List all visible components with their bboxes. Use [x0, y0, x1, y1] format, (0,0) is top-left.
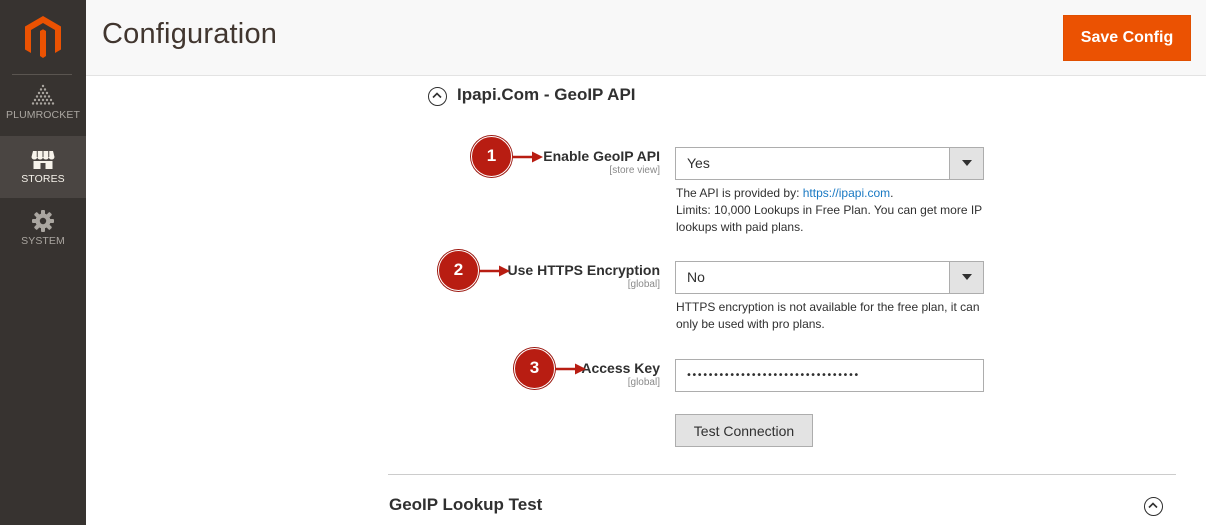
- field-scope: [store view]: [609, 165, 660, 176]
- sidebar-item-plumrocket[interactable]: PLUMROCKET: [0, 76, 86, 138]
- callout-badge-2: 2: [438, 250, 479, 291]
- ipapi-link[interactable]: https://ipapi.com: [803, 186, 890, 200]
- field-scope: [global]: [627, 377, 660, 388]
- https-encryption-note: HTTPS encryption is not available for th…: [676, 300, 980, 331]
- note-text: .: [890, 186, 894, 200]
- select-value: No: [687, 269, 705, 285]
- page-title: Configuration: [102, 18, 278, 50]
- dropdown-arrow[interactable]: [949, 262, 983, 293]
- magento-logo-icon[interactable]: [22, 14, 64, 62]
- note-text: Limits: 10,000 Lookups in Free Plan. You…: [676, 203, 982, 234]
- sidebar-item-label: STORES: [21, 173, 65, 185]
- callout-badge-1: 1: [471, 136, 512, 177]
- chevron-up-icon[interactable]: [428, 87, 447, 106]
- sidebar-item-label: SYSTEM: [21, 235, 65, 247]
- save-config-button[interactable]: Save Config: [1063, 15, 1191, 61]
- section-divider: [388, 474, 1176, 475]
- enable-geoip-note: The API is provided by: https://ipapi.co…: [676, 185, 986, 236]
- sidebar-item-stores[interactable]: STORES: [0, 136, 86, 198]
- callout-arrow-icon: [555, 363, 586, 375]
- callout-arrow-icon: [512, 151, 543, 163]
- chevron-up-icon[interactable]: [1144, 497, 1163, 516]
- caret-down-icon: [962, 274, 972, 280]
- field-label: Access Key: [581, 360, 660, 376]
- access-key-label: Access Key [global]: [581, 360, 660, 388]
- sidebar-item-system[interactable]: SYSTEM: [0, 198, 86, 260]
- page-header: Configuration Save Config: [86, 0, 1206, 76]
- field-label: Enable GeoIP API: [543, 148, 660, 164]
- select-value: Yes: [687, 155, 710, 171]
- https-encryption-label: Use HTTPS Encryption [global]: [508, 262, 660, 290]
- admin-sidebar: PLUMROCKET STORES SYSTEM: [0, 0, 86, 525]
- test-connection-button[interactable]: Test Connection: [675, 414, 813, 447]
- callout-arrow-icon: [479, 265, 510, 277]
- note-text: The API is provided by:: [676, 186, 803, 200]
- geoip-lookup-title[interactable]: GeoIP Lookup Test: [389, 495, 542, 515]
- https-encryption-select[interactable]: No: [675, 261, 984, 294]
- field-scope: [global]: [627, 279, 660, 290]
- callout-badge-3: 3: [514, 348, 555, 389]
- field-label: Use HTTPS Encryption: [507, 262, 660, 278]
- enable-geoip-select[interactable]: Yes: [675, 147, 984, 180]
- store-icon: [31, 151, 55, 169]
- dropdown-arrow[interactable]: [949, 148, 983, 179]
- section-title: Ipapi.Com - GeoIP API: [457, 85, 636, 104]
- sidebar-divider: [12, 74, 72, 75]
- enable-geoip-label: Enable GeoIP API [store view]: [543, 148, 660, 176]
- plumrocket-logo-icon: [31, 84, 55, 105]
- access-key-input[interactable]: [675, 359, 984, 392]
- caret-down-icon: [962, 160, 972, 166]
- sidebar-item-label: PLUMROCKET: [6, 109, 80, 121]
- gear-icon: [32, 210, 54, 232]
